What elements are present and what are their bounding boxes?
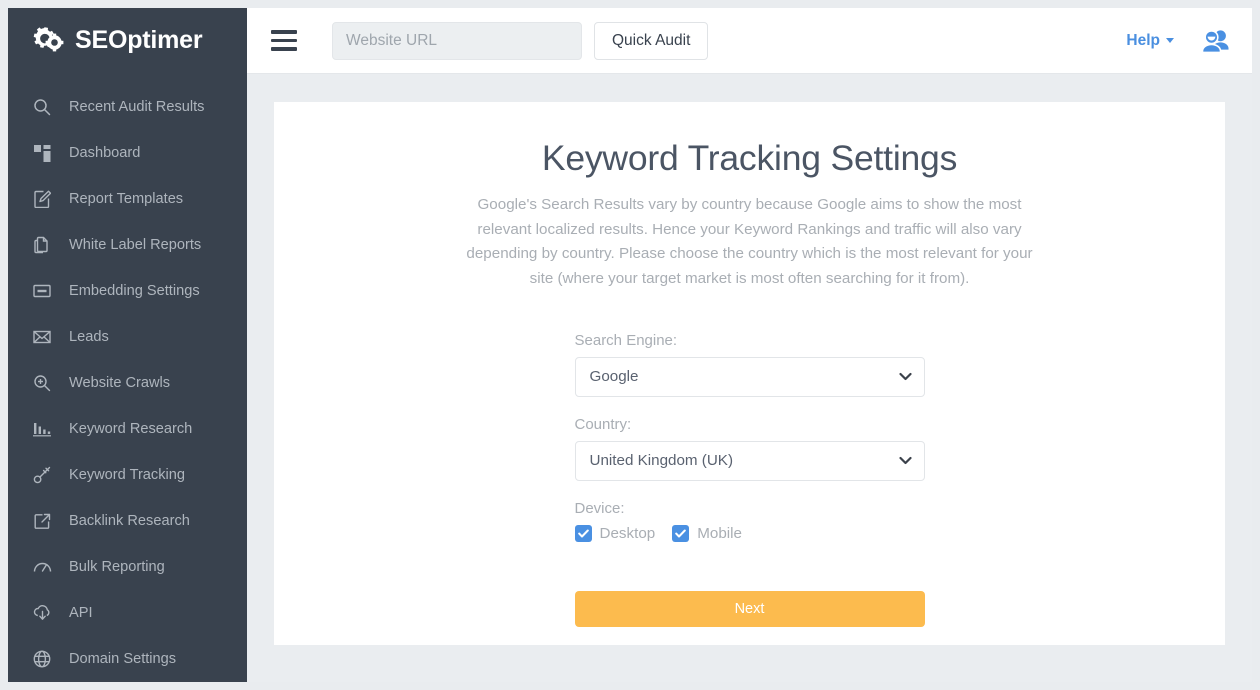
hamburger-bar [271,30,297,34]
sidebar-item-embedding-settings[interactable]: Embedding Settings [8,268,247,314]
top-bar: Quick Audit Help [247,8,1252,74]
page-title: Keyword Tracking Settings [314,138,1185,179]
device-checkbox-label: Desktop [600,525,656,542]
device-checkbox-desktop[interactable]: Desktop [575,525,656,542]
copy-documents-icon [30,234,54,256]
brand-name: SEOptimer [75,28,202,53]
embed-window-icon [30,280,54,302]
envelope-icon [30,326,54,348]
sidebar-item-label: Domain Settings [69,651,176,667]
sidebar-item-label: Embedding Settings [69,283,200,299]
quick-audit-button[interactable]: Quick Audit [594,22,708,60]
sidebar-item-label: Website Crawls [69,375,170,391]
app-window: SEOptimer Recent Audit Results [8,8,1252,682]
sidebar-item-recent-audit-results[interactable]: Recent Audit Results [8,84,247,130]
sidebar-item-bulk-reporting[interactable]: Bulk Reporting [8,544,247,590]
sidebar-item-keyword-research[interactable]: Keyword Research [8,406,247,452]
page-description: Google's Search Results vary by country … [457,193,1042,292]
country-field: Country: United Kingdom (UK) [575,416,925,481]
content-area: Keyword Tracking Settings Google's Searc… [247,74,1252,682]
grid-icon [30,142,54,164]
next-button[interactable]: Next [575,591,925,627]
external-link-icon [30,510,54,532]
sidebar: SEOptimer Recent Audit Results [8,8,247,682]
search-engine-select[interactable]: Google [575,357,925,397]
users-icon[interactable] [1201,29,1231,53]
search-icon [30,96,54,118]
sidebar-item-label: Recent Audit Results [69,99,204,115]
sidebar-item-keyword-tracking[interactable]: Keyword Tracking [8,452,247,498]
globe-icon [30,648,54,670]
settings-card: Keyword Tracking Settings Google's Searc… [274,102,1225,645]
device-label: Device: [575,500,925,517]
topbar-actions: Help [1126,29,1231,53]
country-label: Country: [575,416,925,433]
sidebar-item-label: Keyword Tracking [69,467,185,483]
sidebar-item-label: Report Templates [69,191,183,207]
device-field: Device: Desktop [575,500,925,542]
sidebar-item-api[interactable]: API [8,590,247,636]
sidebar-item-leads[interactable]: Leads [8,314,247,360]
cog-logo-icon [30,24,66,57]
sidebar-item-website-crawls[interactable]: Website Crawls [8,360,247,406]
checkbox-checked-icon [575,525,592,542]
keyword-tracking-form: Search Engine: Google Country: [575,332,925,627]
sidebar-item-label: Keyword Research [69,421,192,437]
device-checkbox-group: Desktop Mobile [575,525,925,542]
search-engine-label: Search Engine: [575,332,925,349]
edit-document-icon [30,188,54,210]
sidebar-item-domain-settings[interactable]: Domain Settings [8,636,247,682]
sidebar-item-label: Leads [69,329,109,345]
search-engine-field: Search Engine: Google [575,332,925,397]
sidebar-item-label: Dashboard [69,145,140,161]
key-icon [30,464,54,486]
sidebar-item-label: API [69,605,93,621]
hamburger-icon[interactable] [271,30,297,52]
search-plus-icon [30,372,54,394]
website-url-input[interactable] [332,22,582,60]
sidebar-item-label: White Label Reports [69,237,201,253]
gauge-icon [30,556,54,578]
sidebar-item-white-label-reports[interactable]: White Label Reports [8,222,247,268]
sidebar-item-backlink-research[interactable]: Backlink Research [8,498,247,544]
hamburger-bar [271,39,297,43]
chevron-down-icon [1166,38,1174,43]
country-select[interactable]: United Kingdom (UK) [575,441,925,481]
checkbox-checked-icon [672,525,689,542]
sidebar-item-label: Bulk Reporting [69,559,165,575]
device-checkbox-mobile[interactable]: Mobile [672,525,742,542]
sidebar-item-report-templates[interactable]: Report Templates [8,176,247,222]
bar-chart-icon [30,418,54,440]
help-label: Help [1126,32,1160,50]
hamburger-bar [271,47,297,51]
sidebar-item-dashboard[interactable]: Dashboard [8,130,247,176]
device-checkbox-label: Mobile [697,525,742,542]
sidebar-item-label: Backlink Research [69,513,190,529]
help-menu[interactable]: Help [1126,32,1174,50]
sidebar-nav: Recent Audit Results Dashboard [8,73,247,682]
cloud-download-icon [30,602,54,624]
brand-logo[interactable]: SEOptimer [8,8,247,73]
